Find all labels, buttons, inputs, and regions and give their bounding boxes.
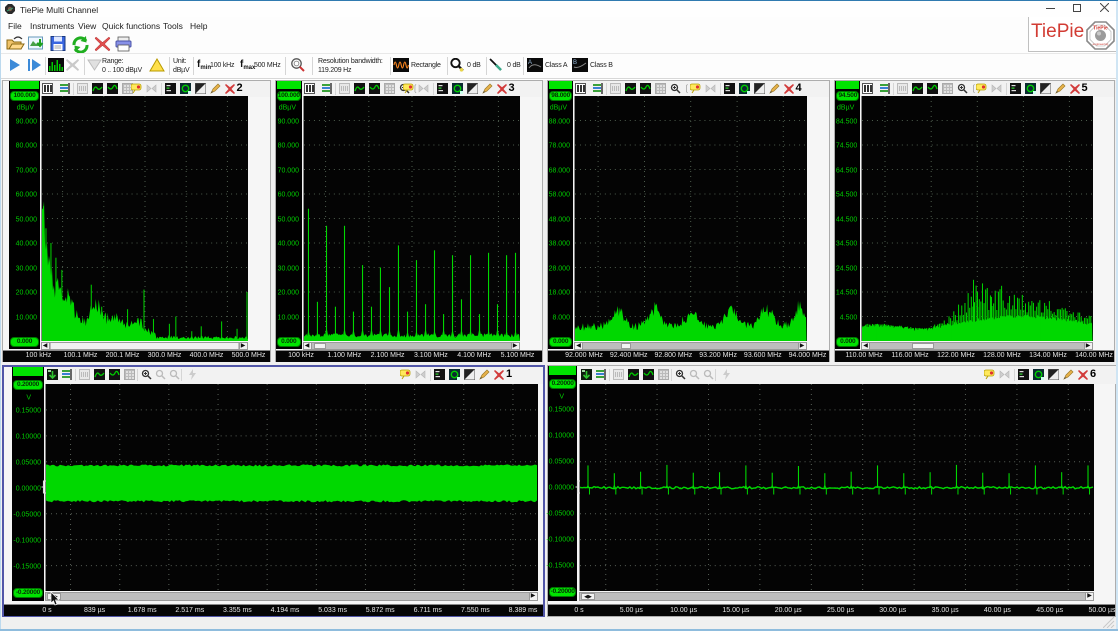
svg-text:engineering: engineering bbox=[1093, 42, 1109, 46]
svg-text:B: B bbox=[573, 60, 577, 66]
